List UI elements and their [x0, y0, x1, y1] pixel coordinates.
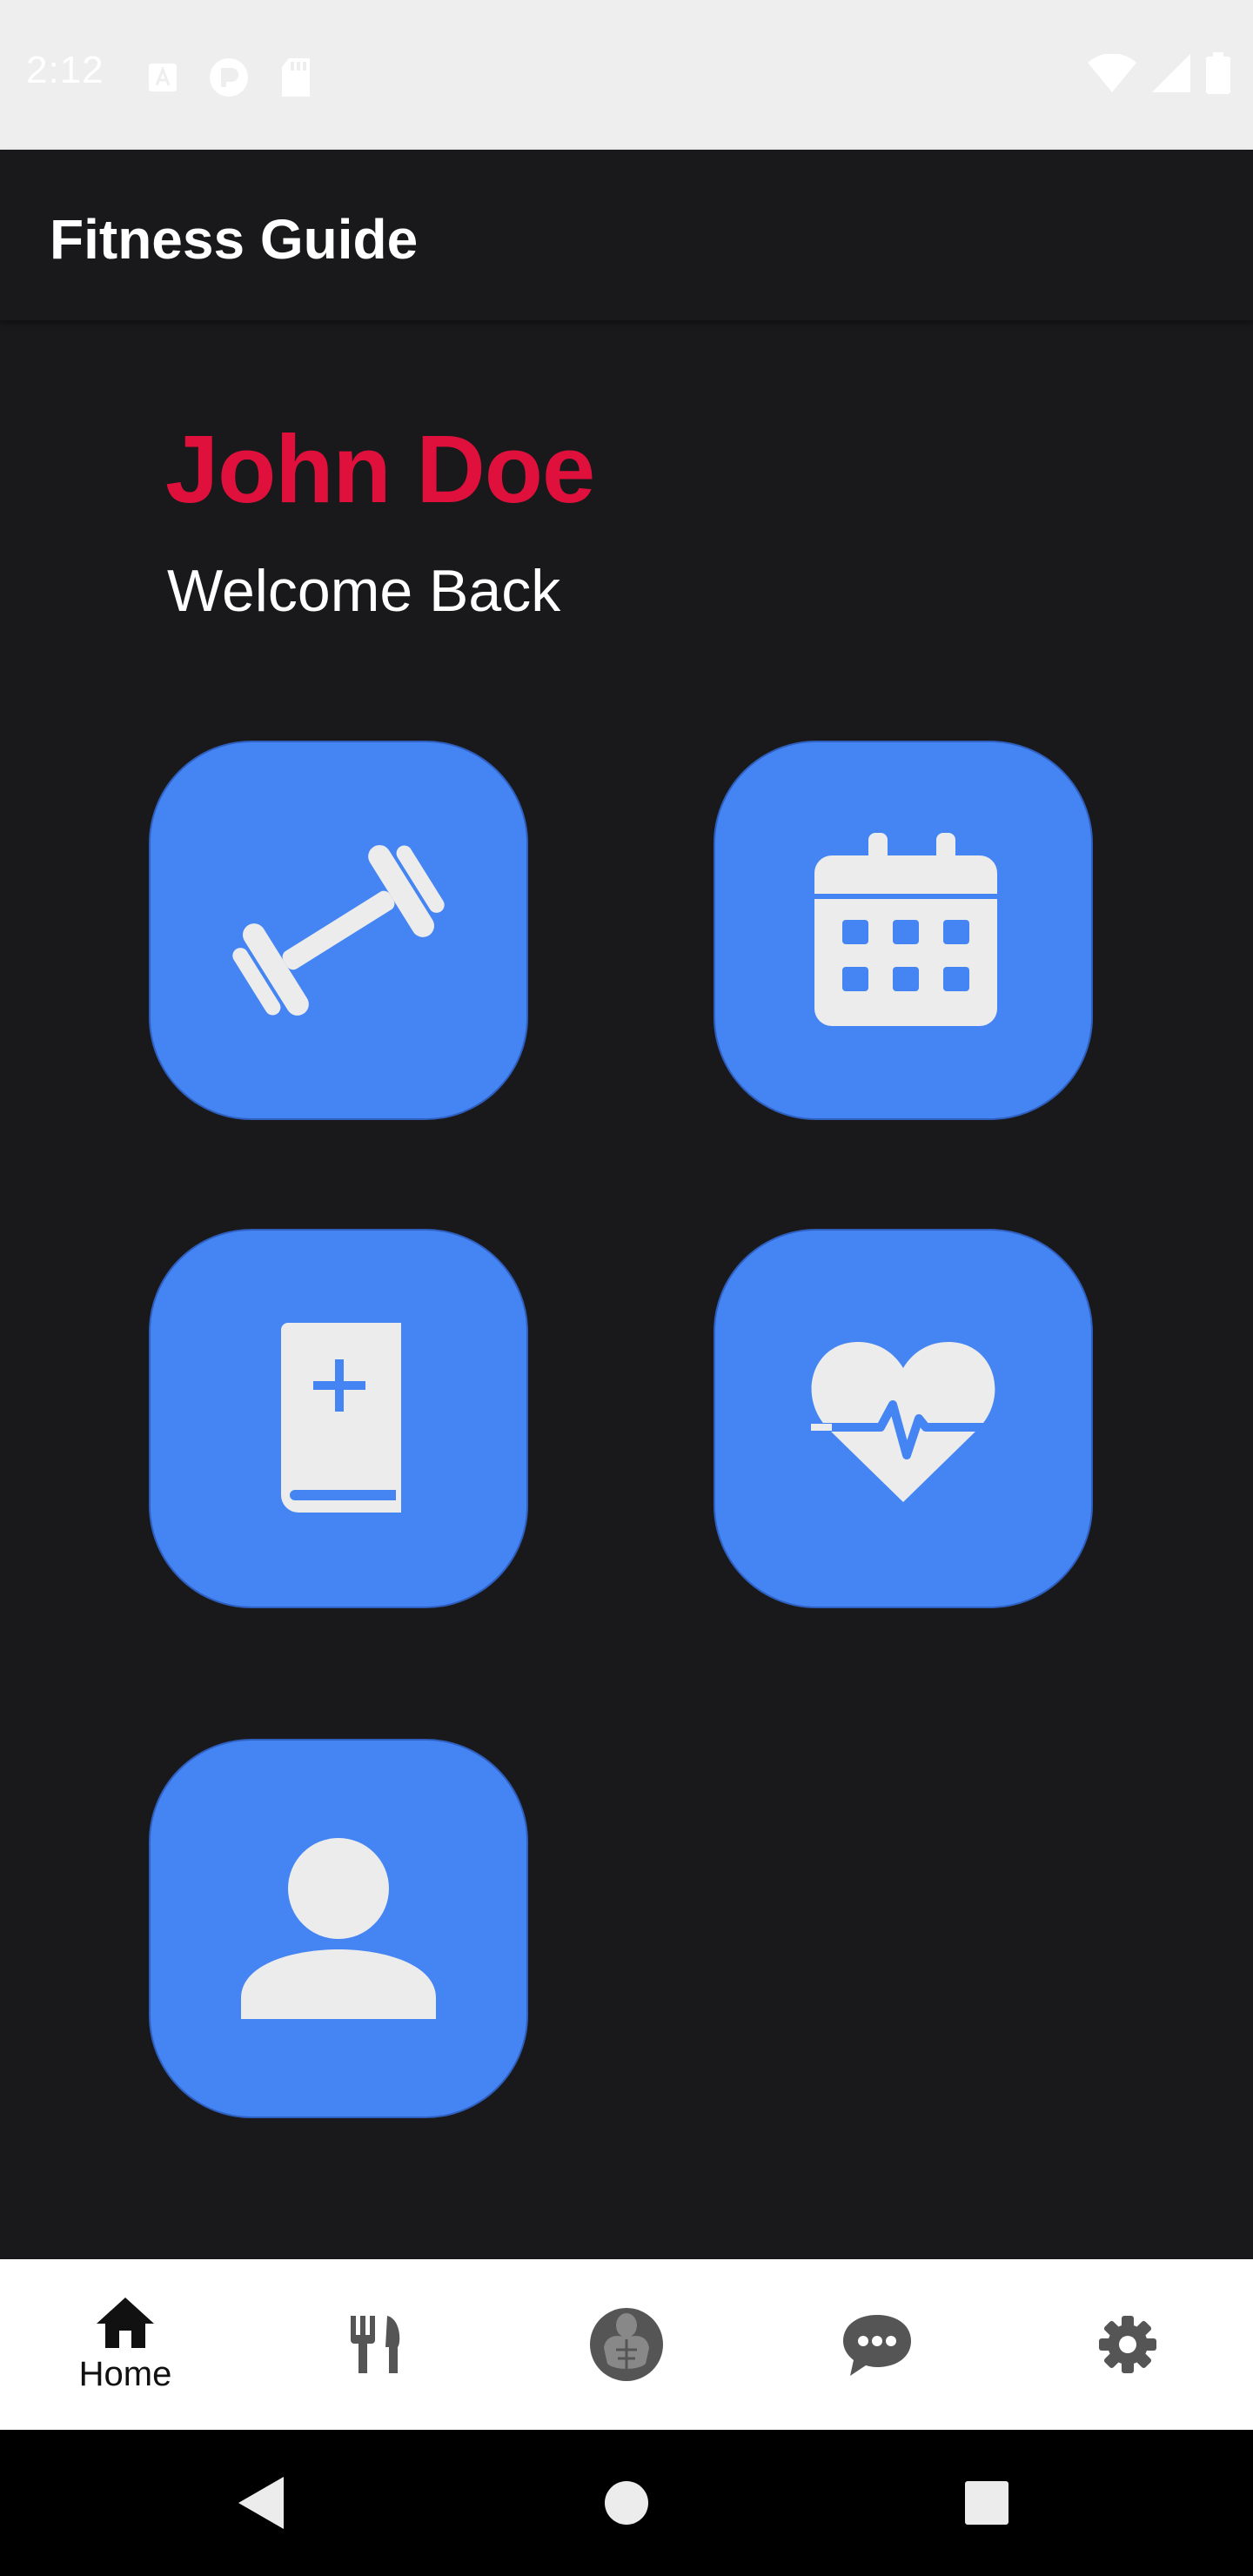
- signal-icon: [1152, 54, 1190, 92]
- fork-knife-icon: [351, 2316, 400, 2373]
- person-icon: [241, 1838, 436, 2019]
- back-icon[interactable]: [237, 2475, 285, 2531]
- muscle-body-icon: [590, 2308, 663, 2381]
- calendar-tile[interactable]: [714, 741, 1093, 1120]
- nav-home-label: Home: [78, 2354, 172, 2393]
- home-icon: [97, 2297, 154, 2348]
- welcome-message: Welcome Back: [167, 558, 561, 624]
- user-name: John Doe: [165, 416, 595, 523]
- app-bar: Fitness Guide: [0, 150, 1253, 320]
- recents-icon[interactable]: [964, 2480, 1009, 2526]
- app-notification-icon: [210, 58, 248, 97]
- nav-home[interactable]: Home: [0, 2259, 251, 2430]
- status-bar: 2:12: [0, 0, 1253, 150]
- app-title: Fitness Guide: [50, 208, 419, 271]
- font-notification-icon: [149, 64, 177, 91]
- chat-bubble-icon: [843, 2315, 911, 2376]
- status-time: 2:12: [26, 49, 104, 91]
- health-tile[interactable]: [714, 1229, 1093, 1608]
- nav-settings[interactable]: [1002, 2259, 1253, 2430]
- dumbbell-icon: [232, 845, 445, 1016]
- nav-muscles[interactable]: [501, 2259, 752, 2430]
- guide-book-tile[interactable]: [149, 1229, 528, 1608]
- book-plus-icon: [281, 1323, 401, 1513]
- sd-card-icon: [282, 58, 310, 97]
- nav-nutrition[interactable]: [251, 2259, 501, 2430]
- status-system-icons: [1088, 52, 1230, 94]
- home-circle-icon[interactable]: [604, 2480, 649, 2526]
- wifi-icon: [1088, 54, 1136, 92]
- battery-icon: [1206, 52, 1230, 94]
- system-navigation-bar: [0, 2430, 1253, 2576]
- status-notification-icons: [148, 57, 312, 97]
- gear-icon: [1099, 2316, 1156, 2373]
- profile-tile[interactable]: [149, 1739, 528, 2118]
- workouts-tile[interactable]: [149, 741, 528, 1120]
- bottom-navigation: Home: [0, 2259, 1253, 2430]
- calendar-icon: [814, 833, 997, 1026]
- heart-pulse-icon: [811, 1341, 995, 1502]
- nav-chat[interactable]: [752, 2259, 1002, 2430]
